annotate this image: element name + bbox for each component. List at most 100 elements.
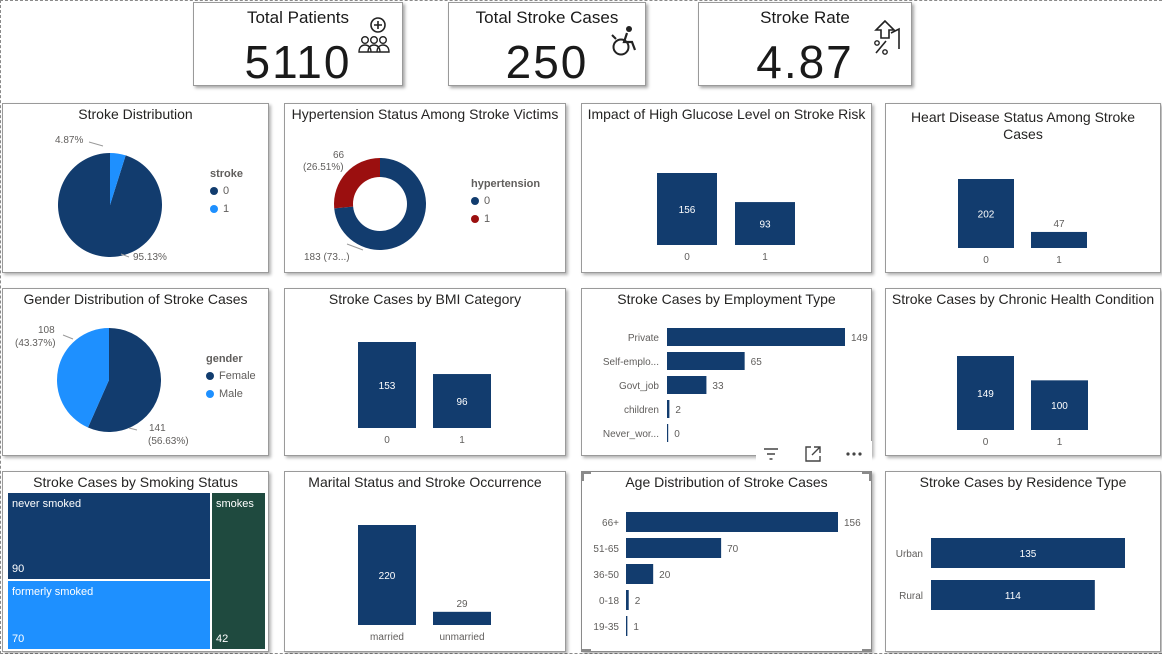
card-age[interactable]: Age Distribution of Stroke Cases 66+ 156 5… xyxy=(581,471,872,652)
legend-item[interactable]: 1 xyxy=(471,213,540,225)
data-label: 2 xyxy=(675,405,681,416)
y-tick-label: Private xyxy=(628,333,660,344)
card-chronic[interactable]: Stroke Cases by Chronic Health Condition… xyxy=(885,288,1161,456)
bar xyxy=(667,328,845,346)
card-marital[interactable]: Marital Status and Stroke Occurrence 220… xyxy=(284,471,566,652)
data-label: 29 xyxy=(456,599,468,610)
bar xyxy=(667,424,669,442)
selection-handle[interactable] xyxy=(581,471,584,481)
treemap-tile-label: never smoked xyxy=(12,498,82,510)
employment-bar-chart: Private 149 Self-emplo... 65 Govt_job 33 child… xyxy=(603,328,868,442)
leader-line xyxy=(62,334,74,340)
age-bar-chart: 66+ 156 51-65 70 36-50 20 0-18 2 19-35 1 xyxy=(593,512,861,636)
data-label: 220 xyxy=(379,571,396,582)
bmi-bar-chart: 153 0 96 1 xyxy=(358,342,491,446)
card-glucose[interactable]: Impact of High Glucose Level on Stroke R… xyxy=(581,103,872,273)
x-tick-label: 0 xyxy=(384,435,390,446)
y-tick-label: 36-50 xyxy=(593,570,619,581)
data-label: 135 xyxy=(1020,549,1037,560)
y-tick-label: Urban xyxy=(896,549,923,560)
legend-label: Female xyxy=(219,370,256,382)
data-label: 202 xyxy=(978,210,995,221)
data-label: 70 xyxy=(727,544,739,555)
bar xyxy=(667,400,670,418)
percent-arrow-up-icon xyxy=(874,19,900,55)
chart-title: Stroke Cases by Smoking Status xyxy=(33,474,238,490)
bar xyxy=(626,590,629,610)
legend-dot xyxy=(206,390,214,398)
legend-item[interactable]: Male xyxy=(206,388,256,400)
treemap-tile-value: 70 xyxy=(12,633,25,645)
data-label: 65 xyxy=(751,357,763,368)
legend-item[interactable]: 0 xyxy=(471,195,540,207)
bar xyxy=(626,538,722,558)
data-label: 114 xyxy=(1005,591,1021,602)
card-smoking[interactable]: Stroke Cases by Smoking Status never smo… xyxy=(2,471,269,652)
wheelchair-icon xyxy=(611,26,637,56)
selection-handle[interactable] xyxy=(862,649,872,652)
data-label: (43.37%) xyxy=(15,338,56,349)
selection-handle[interactable] xyxy=(869,471,872,481)
card-heart-disease[interactable]: Heart Disease Status Among Stroke Cases … xyxy=(885,103,1161,273)
x-tick-label: 0 xyxy=(983,255,989,266)
legend-item[interactable]: 1 xyxy=(210,203,243,215)
y-tick-label: Rural xyxy=(899,591,923,602)
data-label: 183 (73...) xyxy=(304,252,350,263)
bar xyxy=(433,611,491,625)
x-tick-label: 1 xyxy=(459,435,465,446)
filter-icon[interactable] xyxy=(762,445,780,463)
kpi-total-patients[interactable]: Total Patients 5110 xyxy=(193,2,403,88)
data-label: 20 xyxy=(659,570,671,581)
data-label: 0 xyxy=(674,429,680,440)
legend: gender Female Male xyxy=(206,353,256,406)
y-tick-label: Govt_job xyxy=(619,381,659,392)
legend-label: 1 xyxy=(223,203,230,215)
data-label: 4.87% xyxy=(55,135,83,146)
bar xyxy=(1031,231,1087,248)
data-label: 149 xyxy=(977,389,994,400)
focus-mode-icon[interactable] xyxy=(803,444,823,464)
leader-line xyxy=(88,141,104,147)
y-tick-label: 0-18 xyxy=(599,596,619,607)
data-label: 100 xyxy=(1051,401,1068,412)
card-gender[interactable]: Gender Distribution of Stroke Cases 141(… xyxy=(2,288,269,456)
card-residence[interactable]: Stroke Cases by Residence Type Urban 135 R… xyxy=(885,471,1161,652)
y-tick-label: 19-35 xyxy=(593,622,619,633)
legend-dot xyxy=(471,215,479,223)
data-label: 33 xyxy=(712,381,724,392)
treemap-tile-label: smokes xyxy=(216,498,254,510)
data-label: 95.13% xyxy=(133,252,167,263)
legend-dot xyxy=(210,187,218,195)
treemap-tile[interactable]: smokes 42 xyxy=(212,493,265,649)
data-label: (56.63%) xyxy=(148,436,189,447)
treemap-tile[interactable]: formerly smoked 70 xyxy=(8,581,210,649)
data-label: 96 xyxy=(456,397,468,408)
data-label: 47 xyxy=(1053,219,1065,230)
data-label: 141 xyxy=(149,423,166,434)
bar xyxy=(626,616,628,636)
card-bmi[interactable]: Stroke Cases by BMI Category 153 0 96 1 xyxy=(284,288,566,456)
treemap-tile-label: formerly smoked xyxy=(12,586,94,598)
card-employment[interactable]: Stroke Cases by Employment Type Private 1… xyxy=(581,288,872,456)
y-tick-label: Never_wor... xyxy=(603,429,659,440)
legend-label: 0 xyxy=(484,195,491,207)
card-hypertension[interactable]: Hypertension Status Among Stroke Victims… xyxy=(284,103,566,273)
card-stroke-distribution[interactable]: Stroke Distribution 95.13% 4.87% stroke 0… xyxy=(2,103,269,273)
smoking-treemap: never smoked 90 formerly smoked 70 smokes 42 xyxy=(8,493,265,649)
data-label: 153 xyxy=(379,381,396,392)
legend-item[interactable]: Female xyxy=(206,370,256,382)
selection-handle[interactable] xyxy=(581,649,591,652)
legend-label: 1 xyxy=(484,213,491,225)
heart-disease-bar-chart: 202 0 47 1 xyxy=(958,179,1087,266)
treemap-tile[interactable]: never smoked 90 xyxy=(8,493,210,579)
kpi-stroke-rate[interactable]: Stroke Rate 4.87 xyxy=(698,2,912,88)
leader-line xyxy=(128,427,138,431)
data-label: 1 xyxy=(633,622,639,633)
x-tick-label: 0 xyxy=(983,437,989,448)
more-options-icon[interactable] xyxy=(844,446,864,462)
y-tick-label: 66+ xyxy=(602,518,619,529)
y-tick-label: 51-65 xyxy=(593,544,619,555)
y-tick-label: Self-emplo... xyxy=(603,357,659,368)
legend-item[interactable]: 0 xyxy=(210,185,243,197)
kpi-total-stroke-cases[interactable]: Total Stroke Cases 250 xyxy=(448,2,646,88)
